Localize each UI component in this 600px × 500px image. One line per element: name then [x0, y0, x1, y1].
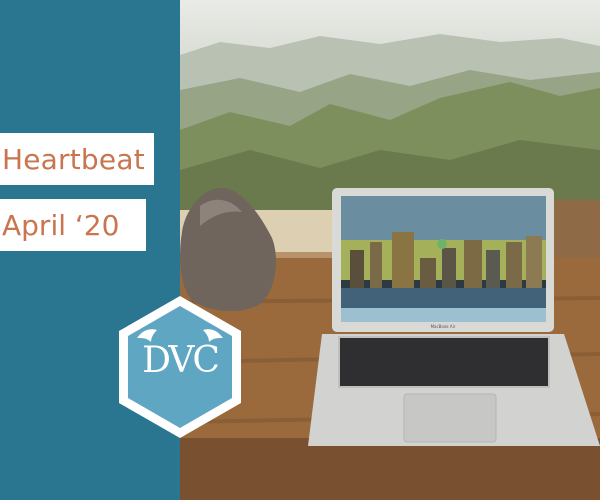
keyboard [340, 338, 548, 386]
trackpad [403, 393, 497, 443]
logo-text: DVC [142, 340, 220, 381]
laptop-brand: MacBook Air [431, 324, 456, 329]
dvc-logo: DVC [113, 292, 247, 442]
title-line-1: Heartbeat [0, 133, 154, 185]
title-line-2: April ‘20 [0, 199, 146, 251]
